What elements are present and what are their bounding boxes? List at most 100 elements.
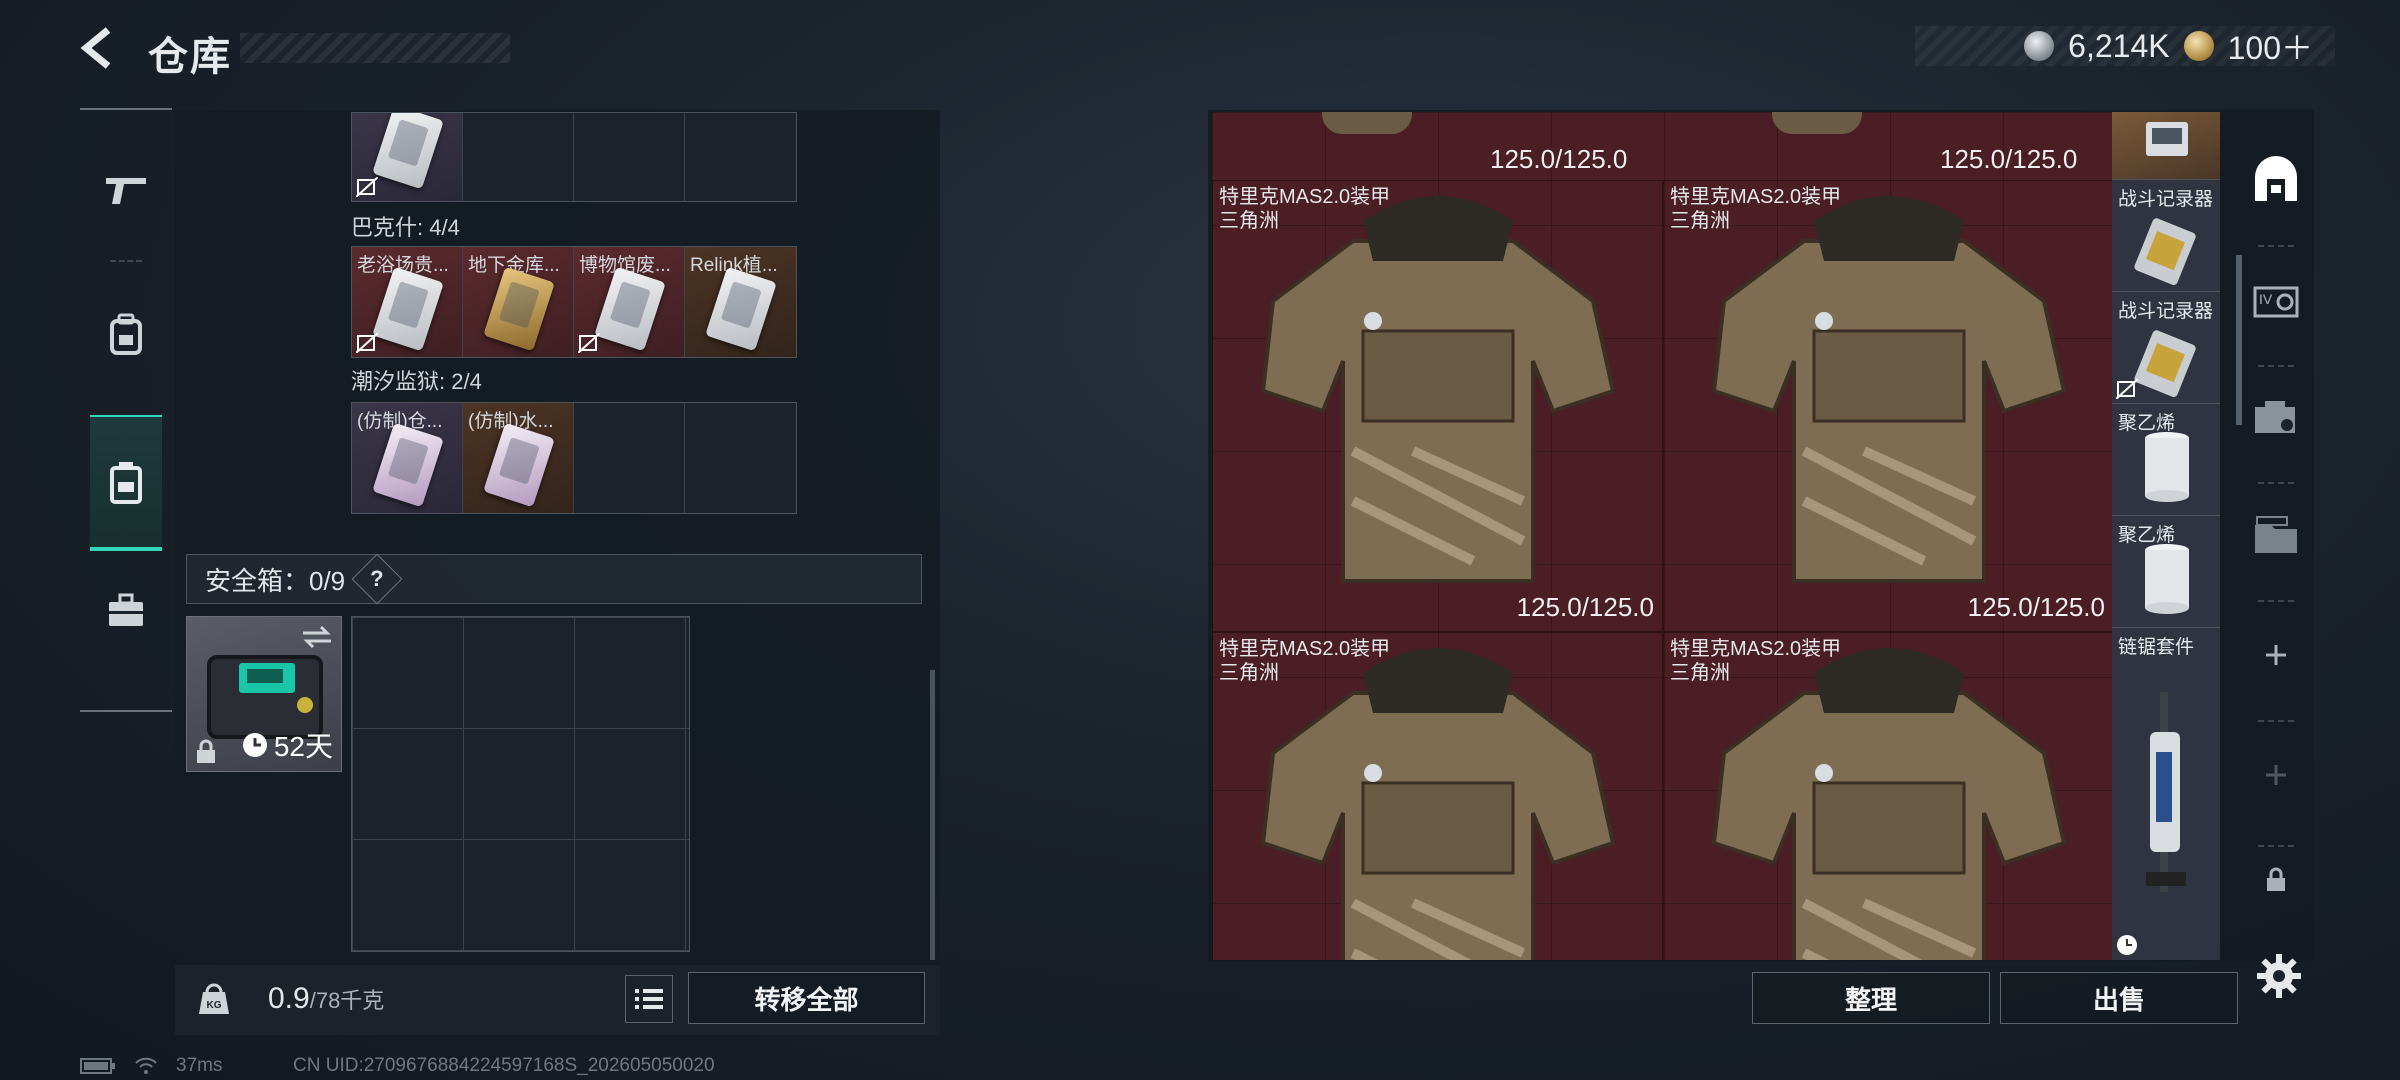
item-durability: 125.0/125.0 <box>1940 144 2078 174</box>
spool-icon <box>2145 432 2189 502</box>
keycard-icon <box>483 422 555 508</box>
sell-button[interactable]: 出售 <box>2000 972 2238 1024</box>
keycard-icon <box>372 266 444 352</box>
weight-icon: KG <box>197 982 231 1016</box>
key-slot[interactable]: (仿制)水... <box>463 403 574 513</box>
armor-item[interactable]: 特里克MAS2.0装甲 三角洲 125.0/125.0 <box>1663 180 2114 632</box>
item-durability: 125.0/125.0 <box>1516 592 1654 622</box>
swap-icon <box>303 625 331 649</box>
empty-slot[interactable] <box>574 113 685 201</box>
key-slot[interactable]: 老浴场贵... <box>352 247 463 357</box>
nav-weapons[interactable] <box>90 145 162 235</box>
currency-bar: 6,214K 100＋ <box>1915 26 2335 66</box>
locked-tab[interactable] <box>2240 850 2312 910</box>
item-durability: 125.0/125.0 <box>1490 144 1628 174</box>
add-stash-button-disabled[interactable] <box>2240 730 2312 820</box>
container-icon <box>110 462 142 504</box>
keycard-icon <box>483 266 555 352</box>
settings-button[interactable] <box>2255 952 2303 1000</box>
keycard-icon <box>372 113 444 190</box>
plus-icon <box>2266 765 2286 785</box>
key-row-bakesh: 老浴场贵... 地下金库... 博物馆废... Relink植... <box>351 246 797 358</box>
tab-stash-4[interactable] <box>2240 490 2312 580</box>
gear-icon <box>2257 954 2301 998</box>
keycard-icon <box>372 422 444 508</box>
recorder-icon <box>2134 330 2196 397</box>
no-drop-icon <box>356 177 378 197</box>
tab-stash-2[interactable]: IV <box>2240 255 2312 345</box>
recorder-icon <box>2134 218 2196 285</box>
safebox-timer: 52天 <box>242 725 333 765</box>
stash-tabs: IV <box>2240 110 2312 960</box>
empty-slot[interactable] <box>685 403 796 513</box>
nav-briefcase[interactable] <box>90 565 162 655</box>
crate-icon <box>2255 401 2295 433</box>
section-label-prison: 潮汐监狱: 2/4 <box>351 369 482 394</box>
armor-vest-icon <box>1260 196 1616 583</box>
backpack-icon <box>110 313 142 355</box>
safebox-item[interactable]: 52天 <box>186 616 342 772</box>
key-slot[interactable]: 地下金库... <box>463 247 574 357</box>
status-bar: 37ms <box>80 1055 222 1077</box>
armor-vest-icon <box>1711 196 2067 583</box>
stash-item[interactable]: 聚乙烯 <box>2112 404 2220 516</box>
clock-icon <box>242 733 267 757</box>
stash-item[interactable]: 战斗记录器 <box>2112 180 2220 292</box>
key-row-top <box>351 112 797 202</box>
empty-slot[interactable] <box>574 403 685 513</box>
briefcase-icon <box>109 593 143 626</box>
key-slot[interactable]: (仿制)仓... <box>352 403 463 513</box>
gold-amount: 100＋ <box>2227 30 2313 66</box>
add-stash-button[interactable] <box>2240 610 2312 700</box>
wifi-icon <box>135 1057 157 1074</box>
silver-coin-icon <box>2024 31 2055 61</box>
nav-stash[interactable] <box>90 415 162 551</box>
tab-stash-main[interactable] <box>2240 135 2312 225</box>
safebox-header: 安全箱：0/9 ? <box>186 553 922 605</box>
safebox-grid[interactable] <box>351 616 690 952</box>
stash-item[interactable] <box>2112 112 2220 180</box>
stash-item[interactable]: 聚乙烯 <box>2112 516 2220 628</box>
gold-coin-icon <box>2183 31 2214 61</box>
battery-icon <box>80 1058 115 1074</box>
armor-item[interactable]: 特里克MAS2.0装甲 三角洲 125.0/125.0 <box>1212 180 1663 632</box>
key-slot[interactable]: 博物馆废... <box>574 247 685 357</box>
transfer-all-button[interactable]: 转移全部 <box>688 972 925 1024</box>
left-scrollbar[interactable] <box>930 670 935 960</box>
uid-text: CN UID:2709676884224597168S_202605050020 <box>293 1055 715 1076</box>
gun-icon <box>106 178 146 204</box>
tab-stash-3[interactable] <box>2240 372 2312 462</box>
list-view-button[interactable] <box>625 975 673 1023</box>
no-drop-icon <box>578 333 600 353</box>
no-drop-icon <box>2116 379 2138 399</box>
sort-button[interactable]: 整理 <box>1752 972 1990 1024</box>
weight-value: 0.9/78千克 <box>268 982 385 1015</box>
back-arrow-icon <box>80 27 111 69</box>
back-button[interactable] <box>78 26 122 70</box>
ammo-box-icon: IV <box>2253 286 2299 318</box>
key-slot[interactable]: Relink植... <box>685 247 796 357</box>
keycard-icon <box>594 266 666 352</box>
help-button[interactable]: ? <box>351 553 403 605</box>
chainsaw-kit-icon <box>2146 692 2186 892</box>
key-row-prison: (仿制)仓... (仿制)水... <box>351 402 797 514</box>
stash-item[interactable]: 战斗记录器 <box>2112 292 2220 404</box>
clock-icon <box>2117 935 2137 955</box>
armor-vest-icon <box>1260 648 1616 960</box>
stash-grid: 125.0/125.0 125.0/125.0 特里克MAS2.0装甲 三角洲 1… <box>1212 112 2220 960</box>
key-slot[interactable] <box>352 113 463 201</box>
plus-icon <box>2266 645 2286 665</box>
armor-fragment <box>1772 112 1862 134</box>
stash-item[interactable]: 链锯套件 <box>2112 628 2220 960</box>
empty-slot[interactable] <box>463 113 574 201</box>
stash-side-column: 战斗记录器 战斗记录器 聚乙烯 聚乙烯 链锯套件 <box>2112 112 2220 960</box>
spool-icon <box>2145 544 2189 614</box>
silver-amount: 6,214K <box>2068 27 2170 64</box>
device-icon <box>2146 122 2188 156</box>
empty-slot[interactable] <box>685 113 796 201</box>
folder-icon <box>2255 516 2297 553</box>
armor-item[interactable]: 特里克MAS2.0装甲 三角洲 <box>1663 632 2114 960</box>
armor-item[interactable]: 特里克MAS2.0装甲 三角洲 <box>1212 632 1663 960</box>
left-nav <box>80 108 172 712</box>
nav-equipment[interactable] <box>90 290 162 380</box>
